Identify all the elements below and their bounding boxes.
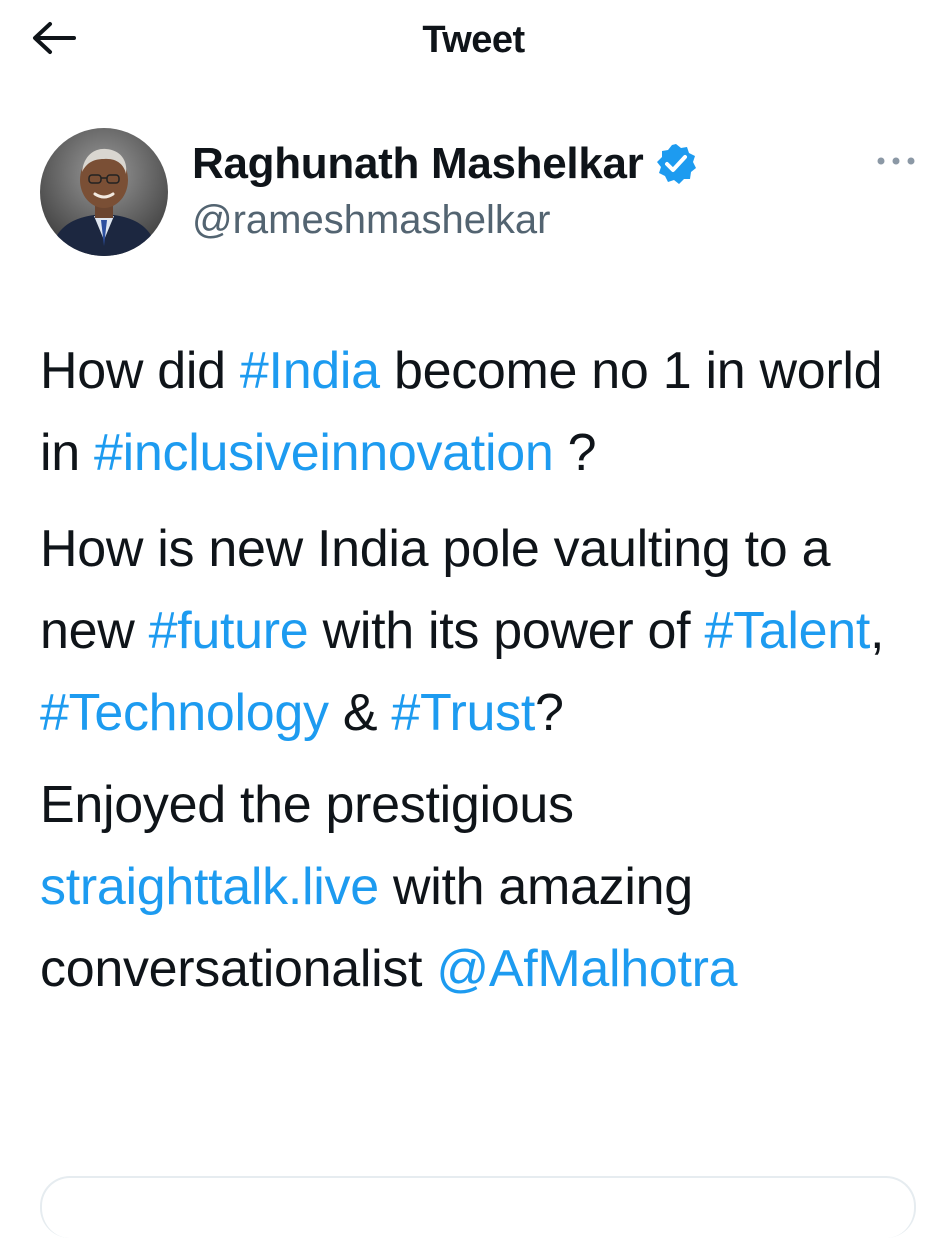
user-handle[interactable]: @rameshmashelkar: [192, 196, 551, 244]
more-options-button[interactable]: [872, 148, 920, 176]
text-segment: How did: [40, 342, 240, 400]
tweet-paragraph-1: How did #India become no 1 in world in #…: [40, 330, 920, 494]
tweet-paragraph-2: How is new India pole vaulting to a new …: [40, 508, 920, 754]
display-name[interactable]: Raghunath Mashelkar: [192, 138, 644, 190]
hashtag-inclusiveinnovation[interactable]: #inclusiveinnovation: [94, 424, 554, 482]
text-segment: &: [328, 684, 392, 742]
hashtag-future[interactable]: #future: [149, 602, 309, 660]
link-straighttalk[interactable]: straighttalk.live: [40, 858, 379, 916]
avatar[interactable]: [40, 128, 168, 256]
more-horizontal-icon: [876, 153, 916, 171]
tweet-author: Raghunath Mashelkar @rameshmashelkar: [40, 124, 920, 256]
mention-afmalhotra[interactable]: @AfMalhotra: [436, 940, 737, 998]
hashtag-talent[interactable]: #Talent: [704, 602, 870, 660]
text-segment: ,: [870, 602, 885, 660]
text-segment: with its power of: [308, 602, 705, 660]
top-bar: Tweet: [0, 0, 947, 80]
text-segment: Enjoyed the prestigious: [40, 776, 574, 834]
hashtag-technology[interactable]: #Technology: [40, 684, 329, 742]
text-segment: ?: [535, 684, 564, 742]
display-name-row: Raghunath Mashelkar: [192, 138, 698, 190]
text-segment: ?: [553, 424, 597, 482]
page-title: Tweet: [422, 19, 525, 61]
hashtag-trust[interactable]: #Trust: [391, 684, 535, 742]
verified-badge-icon: [654, 142, 698, 186]
embedded-card[interactable]: [40, 1176, 916, 1238]
hashtag-india[interactable]: #India: [240, 342, 380, 400]
tweet-text: How did #India become no 1 in world in #…: [40, 330, 920, 1020]
tweet-paragraph-3: Enjoyed the prestigious straighttalk.liv…: [40, 764, 920, 1010]
